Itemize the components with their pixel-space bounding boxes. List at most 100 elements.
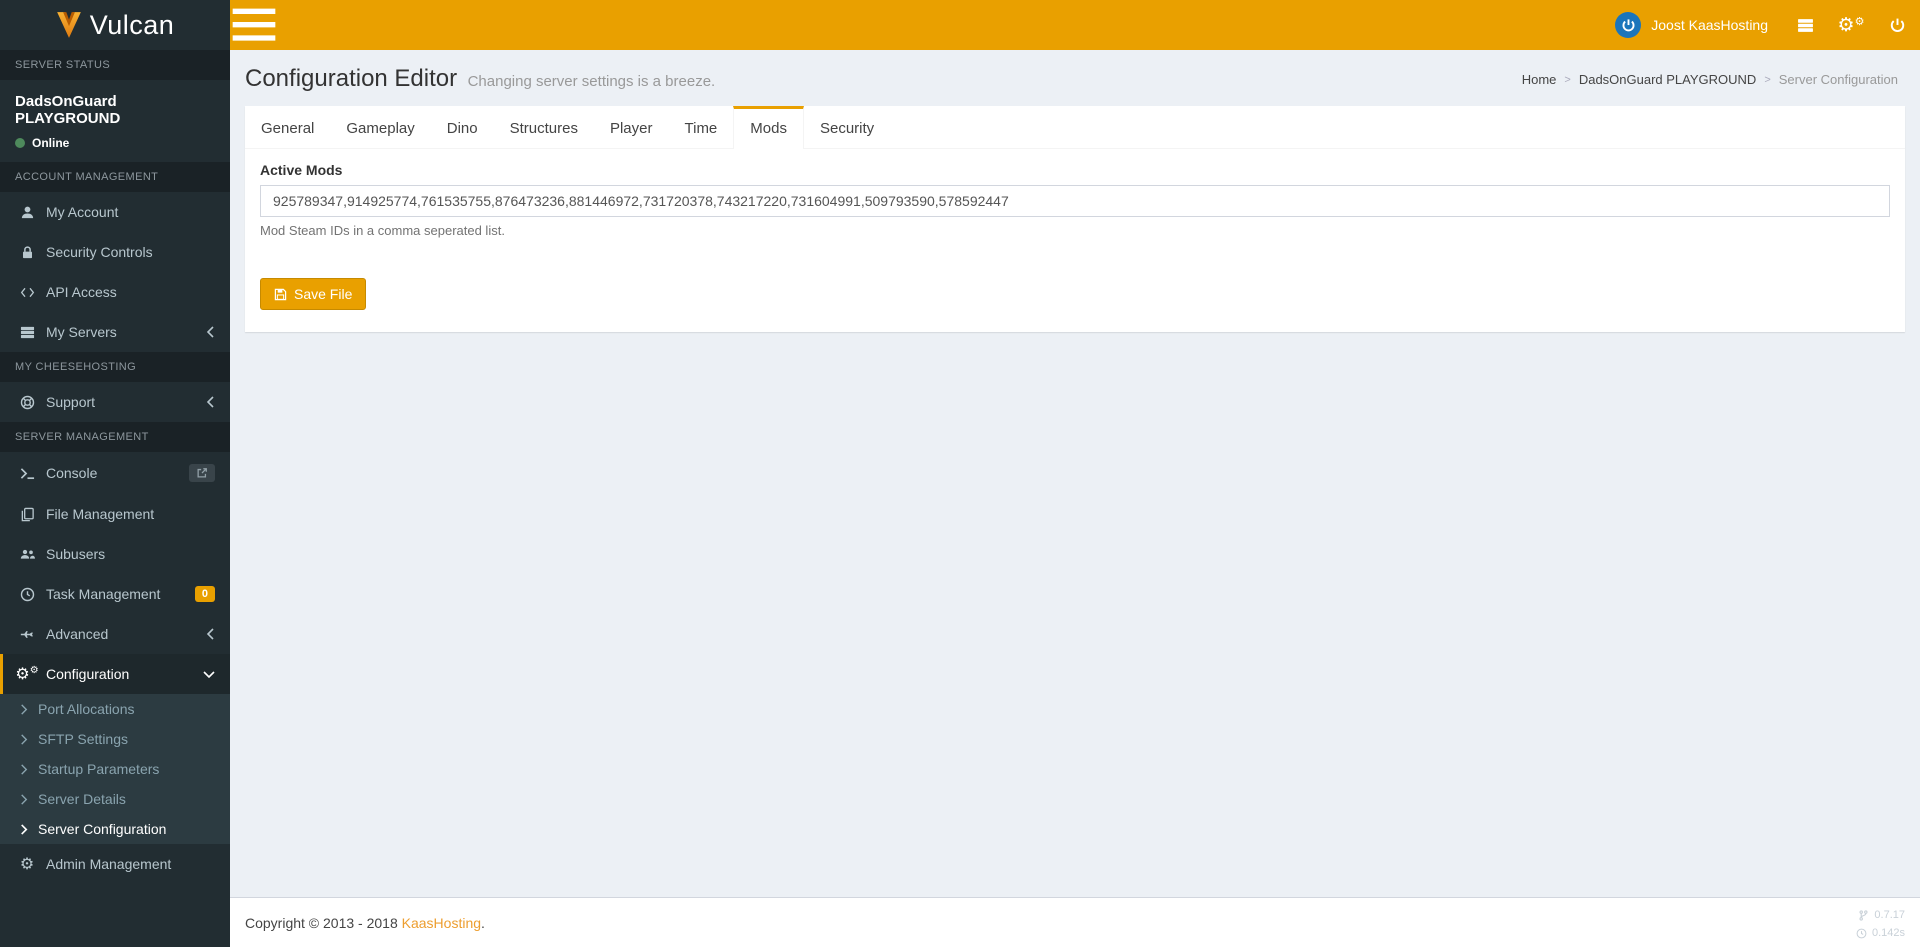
angle-right-icon <box>21 703 28 715</box>
tab-gameplay[interactable]: Gameplay <box>330 106 430 148</box>
sidebar-item-my-account[interactable]: My Account <box>0 192 230 232</box>
kaashosting-link[interactable]: KaasHosting <box>402 915 481 931</box>
sidebar-item-label: Task Management <box>46 586 161 602</box>
sidebar-toggle-button[interactable] <box>230 0 278 50</box>
active-mods-input[interactable] <box>260 185 1890 217</box>
tab-structures[interactable]: Structures <box>494 106 594 148</box>
page-title: Configuration Editor <box>245 65 458 92</box>
submenu-item-server-details[interactable]: Server Details <box>0 784 230 814</box>
active-mods-help: Mod Steam IDs in a comma seperated list. <box>260 223 505 238</box>
app-logo[interactable]: Vulcan <box>0 0 230 50</box>
copyright-years: Copyright © 2013 - 2018 <box>245 914 398 931</box>
sidebar-item-console[interactable]: Console <box>0 452 230 494</box>
submenu-item-sftp-settings[interactable]: SFTP Settings <box>0 724 230 754</box>
settings-button[interactable]: ⚙⚙ <box>1828 0 1874 50</box>
cogs-icon: ⚙⚙ <box>1837 13 1865 36</box>
online-status-label: Online <box>32 136 70 150</box>
sidebar-item-advanced[interactable]: Advanced <box>0 614 230 654</box>
save-file-button[interactable]: Save File <box>260 278 367 310</box>
angle-right-icon <box>21 763 28 775</box>
section-header-server-management: SERVER MANAGEMENT <box>0 422 230 452</box>
task-count-badge: 0 <box>194 586 215 602</box>
breadcrumb-separator: > <box>1764 73 1771 86</box>
configuration-submenu: Port Allocations SFTP Settings Startup P… <box>0 694 230 844</box>
code-icon <box>15 285 39 300</box>
sidebar: Vulcan SERVER STATUS DadsOnGuard PLAYGRO… <box>0 0 230 947</box>
app-title: Vulcan <box>89 9 175 40</box>
code-branch-icon <box>1859 910 1868 921</box>
page-subtitle: Changing server settings is a breeze. <box>467 73 716 90</box>
submenu-item-label: Port Allocations <box>38 701 135 717</box>
hamburger-icon <box>232 8 276 41</box>
breadcrumb-home[interactable]: Home <box>1522 72 1557 87</box>
server-name: DadsOnGuard PLAYGROUND <box>15 93 121 127</box>
sidebar-item-my-servers[interactable]: My Servers <box>0 312 230 352</box>
server-icon <box>15 325 39 340</box>
sidebar-item-file-management[interactable]: File Management <box>0 494 230 534</box>
version-label: 0.7.17 <box>1874 909 1905 921</box>
render-time-label: 0.142s <box>1871 926 1905 939</box>
content-area: Configuration Editor Changing server set… <box>230 50 1920 897</box>
breadcrumb-server[interactable]: DadsOnGuard PLAYGROUND <box>1579 72 1757 87</box>
sidebar-item-label: My Servers <box>46 324 117 340</box>
sidebar-item-label: Security Controls <box>46 244 153 260</box>
user-name: Joost KaasHosting <box>1651 17 1768 33</box>
sidebar-item-subusers[interactable]: Subusers <box>0 534 230 574</box>
breadcrumb: Home > DadsOnGuard PLAYGROUND > Server C… <box>1522 72 1898 87</box>
angle-right-icon <box>21 793 28 805</box>
lock-icon <box>15 245 39 260</box>
sidebar-item-support[interactable]: Support <box>0 382 230 422</box>
angle-right-icon <box>21 823 28 835</box>
submenu-item-server-configuration[interactable]: Server Configuration <box>0 814 230 844</box>
sidebar-item-api-access[interactable]: API Access <box>0 272 230 312</box>
cogs-icon: ⚙⚙ <box>15 664 39 683</box>
terminal-icon <box>15 466 39 481</box>
logout-button[interactable] <box>1874 0 1920 50</box>
servers-menu-button[interactable] <box>1782 0 1828 50</box>
save-icon <box>274 288 287 300</box>
tab-mods[interactable]: Mods <box>733 106 804 149</box>
tab-security[interactable]: Security <box>804 106 890 148</box>
user-menu[interactable]: Joost KaasHosting <box>1601 0 1782 50</box>
sidebar-item-label: Support <box>46 394 96 410</box>
sidebar-item-label: Subusers <box>46 546 106 562</box>
vulcan-v-icon <box>56 11 82 39</box>
submenu-item-port-allocations[interactable]: Port Allocations <box>0 694 230 724</box>
breadcrumb-separator: > <box>1564 73 1571 86</box>
users-icon <box>15 547 39 562</box>
copy-icon <box>15 507 39 522</box>
angle-down-icon <box>203 670 215 679</box>
sidebar-item-label: Configuration <box>46 666 130 682</box>
angle-right-icon <box>21 733 28 745</box>
submenu-item-label: Server Configuration <box>38 821 167 837</box>
submenu-item-label: Server Details <box>38 791 126 807</box>
tab-player[interactable]: Player <box>594 106 669 148</box>
angle-left-icon <box>206 326 215 338</box>
footer-meta: 0.7.17 0.142s <box>1856 907 1905 939</box>
submenu-item-startup-parameters[interactable]: Startup Parameters <box>0 754 230 784</box>
sidebar-item-security-controls[interactable]: Security Controls <box>0 232 230 272</box>
user-icon <box>15 205 39 220</box>
submenu-item-label: Startup Parameters <box>38 761 160 777</box>
kaashosting-logo-avatar <box>1615 12 1642 38</box>
breadcrumb-current: Server Configuration <box>1778 72 1898 87</box>
console-popout-button[interactable] <box>189 464 215 482</box>
sidebar-item-configuration[interactable]: ⚙⚙ Configuration <box>0 654 230 694</box>
sidebar-item-label: Console <box>46 465 98 481</box>
external-link-icon <box>197 468 207 478</box>
sidebar-item-task-management[interactable]: Task Management 0 <box>0 574 230 614</box>
life-ring-icon <box>15 395 39 410</box>
section-header-cheesehosting: MY CHEESEHOSTING <box>0 352 230 382</box>
tab-time[interactable]: Time <box>669 106 734 148</box>
tab-dino[interactable]: Dino <box>431 106 494 148</box>
active-mods-label: Active Mods <box>260 162 343 178</box>
footer: Copyright © 2013 - 2018 KaasHosting. 0.7… <box>230 897 1920 947</box>
sidebar-item-label: My Account <box>46 204 119 220</box>
sidebar-item-admin-management[interactable]: ⚙ Admin Management <box>0 844 230 884</box>
gear-icon: ⚙ <box>19 854 35 873</box>
power-icon <box>1890 18 1904 32</box>
angle-left-icon <box>206 396 215 408</box>
tab-general[interactable]: General <box>245 106 330 148</box>
save-file-label: Save File <box>294 286 353 302</box>
server-list-icon <box>1797 18 1813 32</box>
